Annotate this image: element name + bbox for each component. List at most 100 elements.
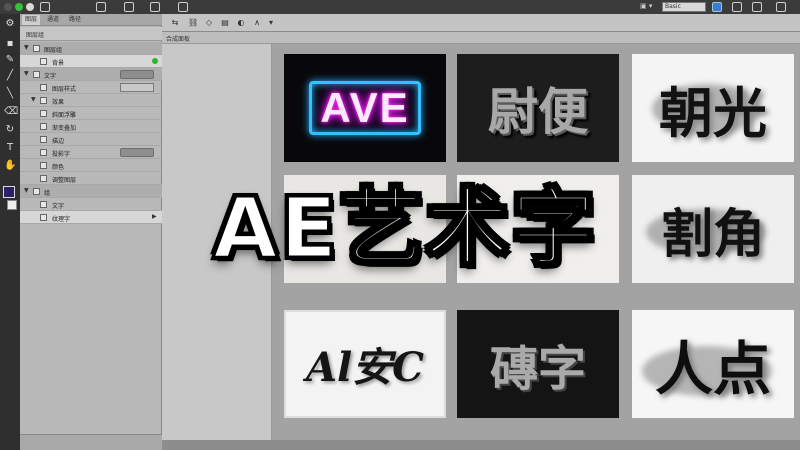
layer-label: 图层样式 [52, 86, 77, 93]
tools-icon[interactable] [178, 2, 188, 12]
layer-row[interactable]: 描边 [20, 133, 162, 146]
foreground-color-swatch[interactable] [3, 186, 15, 198]
layer-blend-control[interactable] [120, 70, 154, 79]
layer-row[interactable]: ▼ 效果 [20, 94, 162, 107]
timeline-strip[interactable] [162, 440, 800, 450]
visibility-checkbox[interactable] [40, 110, 47, 117]
layer-label: 调整图层 [52, 177, 77, 184]
panel-header-label: 图层组 [26, 32, 45, 39]
collapse-arrow-icon[interactable]: ▼ [24, 187, 29, 194]
panel-footer [20, 434, 162, 450]
visibility-checkbox[interactable] [40, 175, 47, 182]
layer-row[interactable]: 调整图层 [20, 172, 162, 185]
visibility-checkbox[interactable] [40, 162, 47, 169]
layer-mode-dropdown[interactable] [120, 83, 154, 92]
layer-label: 文字 [52, 203, 65, 210]
thumbnail-ink[interactable]: 割角 [632, 175, 794, 283]
tab-paths[interactable]: 路径 [66, 15, 84, 25]
visibility-checkbox[interactable] [40, 84, 47, 91]
layer-label: 纹理字 [52, 216, 71, 223]
thumbnail-text: 尉便 [488, 82, 588, 141]
visibility-checkbox[interactable] [40, 149, 47, 156]
minimize-icon[interactable] [26, 3, 34, 11]
tab-channels[interactable]: 通道 [44, 15, 62, 25]
align-tool-icon[interactable]: ▤ [220, 18, 230, 28]
collapse-arrow-icon[interactable]: ▼ [31, 96, 36, 103]
layer-label: 背景 [52, 60, 65, 67]
thumbnail-ink[interactable]: 人点 [632, 310, 794, 418]
visibility-checkbox[interactable] [33, 45, 40, 52]
record-icon[interactable] [15, 3, 23, 11]
select-tool-icon[interactable]: ⇆ [170, 18, 180, 28]
shape-tool-icon[interactable]: ◇ [204, 18, 214, 28]
thumbnail-metal[interactable]: 尉便 [457, 54, 619, 162]
layer-label: 投影字 [52, 151, 71, 158]
layer-row[interactable]: 图层样式 [20, 81, 162, 94]
thumbnail-brush[interactable]: Al安C [284, 310, 446, 418]
active-indicator-icon [152, 58, 158, 64]
visibility-checkbox[interactable] [40, 214, 47, 221]
layer-row[interactable]: 斜面浮雕 [20, 107, 162, 120]
layer-row[interactable]: 颜色 [20, 159, 162, 172]
layer-label: 图层组 [44, 47, 63, 54]
path-tool-icon[interactable]: ∧ [252, 18, 262, 28]
visibility-checkbox[interactable] [40, 58, 47, 65]
eraser-tool-icon[interactable]: ⌫ [4, 106, 18, 118]
visibility-checkbox[interactable] [33, 71, 40, 78]
clone-tool-icon[interactable]: ╲ [4, 88, 16, 100]
layer-label: 效果 [52, 99, 65, 106]
layer-row[interactable]: ▼ 文字 [20, 68, 162, 81]
visibility-checkbox[interactable] [40, 97, 47, 104]
layer-row[interactable]: 文字 [20, 198, 162, 211]
workspace-field[interactable]: Basic [662, 2, 706, 12]
thumbnail-neon[interactable]: AVE [284, 54, 446, 162]
fill-tool-icon[interactable]: ◐ [236, 18, 246, 28]
top-menu-bar: ▣ ▾ Basic [0, 0, 800, 14]
layer-row[interactable]: 背景 [20, 55, 162, 68]
selection-tool-icon[interactable]: ▪ [4, 38, 16, 50]
layer-row[interactable]: 纹理字 ▶ [20, 211, 162, 224]
background-color-swatch[interactable] [7, 200, 17, 210]
rotate-tool-icon[interactable]: ↻ [4, 124, 16, 136]
main-toolbar: ⇆ ⛓ ◇ ▤ ◐ ∧ ▾ [162, 14, 800, 32]
brush-tool-icon[interactable]: ╱ [4, 70, 16, 82]
thumbnail-ink[interactable]: 朝光 [632, 54, 794, 162]
chevron-down-icon[interactable]: ▾ [266, 18, 276, 28]
layout-icon[interactable] [776, 2, 786, 12]
visibility-checkbox[interactable] [33, 188, 40, 195]
layer-label: 颜色 [52, 164, 65, 171]
layer-row[interactable]: ▼ 组 [20, 185, 162, 198]
panel-header: 图层组 [20, 27, 162, 41]
layer-row[interactable]: ▼ 图层组 [20, 42, 162, 55]
text-tool-icon[interactable]: T [4, 142, 16, 154]
overlay-title-text: AE艺术字 [211, 177, 598, 278]
logo-icon: ⚙ [5, 18, 15, 29]
search-icon[interactable] [712, 2, 722, 12]
visibility-checkbox[interactable] [40, 136, 47, 143]
layers-panel: 图层 通道 路径 图层组 ▼ 图层组 背景 ▼ 文字 图层样式 ▼ 效果 斜面浮… [20, 14, 162, 450]
close-window-icon[interactable] [4, 3, 12, 11]
visibility-checkbox[interactable] [40, 123, 47, 130]
eraser-icon[interactable] [752, 2, 762, 12]
document-icon[interactable] [96, 2, 106, 12]
pen-icon[interactable] [124, 2, 134, 12]
collapse-arrow-icon[interactable]: ▼ [24, 44, 29, 51]
thumbnail-stone[interactable]: 磚字 [457, 310, 619, 418]
layer-label: 渐变叠加 [52, 125, 77, 132]
layer-row[interactable]: 投影字 [20, 146, 162, 159]
collapse-arrow-icon[interactable]: ▼ [24, 70, 29, 77]
layer-blend-control[interactable] [120, 148, 154, 157]
panel-icon[interactable] [40, 2, 50, 12]
brush-settings-icon[interactable] [732, 2, 742, 12]
tab-layers[interactable]: 图层 [22, 15, 41, 25]
workspace-label: ▣ ▾ [640, 2, 653, 10]
hand-tool-icon[interactable]: ✋ [4, 160, 16, 172]
panel-tab-bar: 图层 通道 路径 [20, 14, 162, 26]
layer-label: 描边 [52, 138, 65, 145]
pen-tool-icon[interactable]: ✎ [4, 54, 16, 66]
visibility-checkbox[interactable] [40, 201, 47, 208]
settings-icon[interactable] [150, 2, 160, 12]
link-icon[interactable]: ⛓ [188, 18, 198, 28]
expand-arrow-icon[interactable]: ▶ [152, 213, 157, 220]
layer-row[interactable]: 渐变叠加 [20, 120, 162, 133]
